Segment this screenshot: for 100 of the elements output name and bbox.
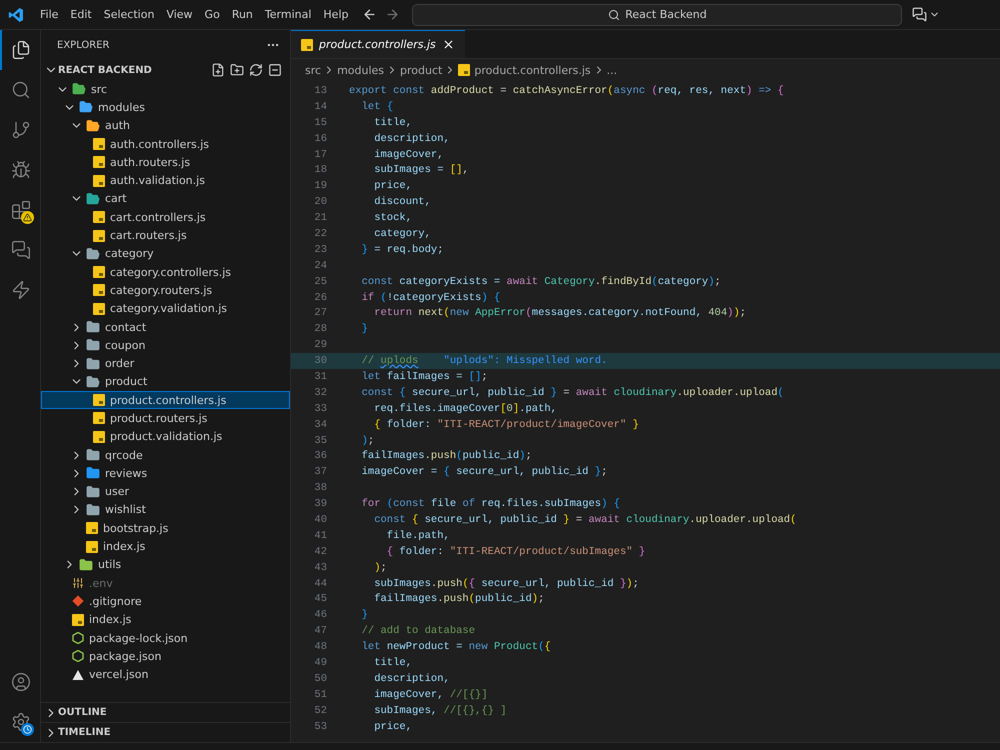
section-header[interactable]: OUTLINE xyxy=(41,702,290,722)
line-number: 42 xyxy=(313,546,327,558)
line-number: 32 xyxy=(313,386,327,399)
tree-item[interactable]: auth.controllers.js xyxy=(41,134,290,154)
tree-item[interactable]: cart.controllers.js xyxy=(41,208,290,226)
code-line: title, xyxy=(373,116,412,129)
folder-item[interactable]: order xyxy=(41,354,290,373)
editor-tab[interactable]: product.controllers.js xyxy=(291,30,465,58)
breadcrumb-item[interactable]: modules xyxy=(337,64,384,76)
menu-item[interactable]: Run xyxy=(226,8,259,21)
bolt-icon xyxy=(11,280,31,300)
folder-item[interactable]: modules xyxy=(41,98,290,117)
tree-item[interactable]: bootstrap.js xyxy=(41,519,290,538)
tree-item[interactable]: category.controllers.js xyxy=(41,262,290,282)
code-line: // add to database xyxy=(360,625,476,638)
code-line: price, xyxy=(373,720,412,733)
folder-item[interactable]: cart xyxy=(41,190,290,208)
js-file-icon xyxy=(93,174,105,187)
refresh-icon[interactable] xyxy=(249,63,263,77)
files-icon xyxy=(11,40,31,60)
code-line: let failImages = []; xyxy=(360,370,488,383)
tree-item[interactable]: package.json xyxy=(41,647,290,666)
menu-item[interactable]: File xyxy=(34,8,64,21)
tree-item[interactable]: package-lock.json xyxy=(41,628,290,648)
app-logo-icon xyxy=(8,6,24,22)
folder-item[interactable]: qrcode xyxy=(41,446,290,464)
new-folder-icon[interactable] xyxy=(230,63,244,77)
forward-arrow-icon[interactable] xyxy=(385,7,400,22)
collapse-icon[interactable] xyxy=(268,63,282,77)
line-number: 24 xyxy=(313,260,327,272)
folder-item[interactable]: category xyxy=(41,244,290,263)
breadcrumb-item[interactable]: product.controllers.js xyxy=(458,64,591,76)
folder-icon xyxy=(86,484,100,499)
folder-item[interactable]: product xyxy=(41,372,290,392)
code-line: const categoryExists = await Category.findById(category); xyxy=(360,276,721,288)
code-line: ); xyxy=(360,434,374,447)
code-line: const { secure_url, public_id } = await cloudinary.uploader.upload( xyxy=(373,514,796,526)
bug-icon xyxy=(11,160,31,180)
line-number: 30 xyxy=(313,355,327,368)
line-number: 47 xyxy=(313,625,327,638)
folder-item[interactable]: user xyxy=(41,482,290,501)
tree-item[interactable]: cart.routers.js xyxy=(41,226,290,245)
line-number: 52 xyxy=(313,704,327,717)
folder-root-title[interactable]: REACT BACKEND xyxy=(58,64,211,76)
settings-icon[interactable] xyxy=(11,712,31,732)
menu-item[interactable]: Edit xyxy=(64,8,98,21)
menu-item[interactable]: View xyxy=(160,8,199,21)
folder-item[interactable]: wishlist xyxy=(41,500,290,520)
code-line: imageCover, xyxy=(373,148,444,160)
folder-icon xyxy=(86,466,100,480)
folder-icon xyxy=(79,100,93,114)
menu-item[interactable]: Go xyxy=(198,8,226,21)
code-line: ); xyxy=(373,562,387,574)
code-line: for (const file of req.files.subImages) { xyxy=(360,498,620,510)
tree-item[interactable]: vercel.json xyxy=(41,666,290,684)
code-line: title, xyxy=(373,657,412,669)
breadcrumb-item[interactable]: ... xyxy=(606,64,618,76)
line-number: 25 xyxy=(313,276,327,288)
blocks-icon xyxy=(11,200,31,220)
tree-item[interactable]: category.validation.js xyxy=(41,300,290,318)
tree-item[interactable]: .gitignore xyxy=(41,592,290,611)
folder-item[interactable]: coupon xyxy=(41,336,290,354)
js-file-icon xyxy=(86,522,98,534)
tree-item[interactable]: index.js xyxy=(41,537,290,556)
code-line: price, xyxy=(373,180,412,192)
line-number: 39 xyxy=(313,498,327,510)
chat-icon[interactable] xyxy=(912,7,928,22)
close-icon[interactable] xyxy=(442,38,455,51)
folder-item[interactable]: contact xyxy=(41,318,290,336)
menu-item[interactable]: Selection xyxy=(98,8,160,21)
code-line: const { secure_url, public_id } = await cloudinary.uploader.upload( xyxy=(360,386,784,399)
tree-item[interactable]: auth.validation.js xyxy=(41,171,290,190)
tree-item[interactable]: product.routers.js xyxy=(41,409,290,428)
folder-item[interactable]: utils xyxy=(41,556,290,574)
hexagon-icon xyxy=(72,632,84,644)
account-icon[interactable] xyxy=(11,672,31,692)
menu-item[interactable]: Terminal xyxy=(258,8,318,21)
breadcrumb-item[interactable]: product xyxy=(400,64,442,76)
js-file-icon xyxy=(86,540,98,553)
tree-item[interactable]: category.routers.js xyxy=(41,281,290,300)
folder-icon xyxy=(86,192,100,206)
line-number: 41 xyxy=(313,530,327,542)
code-line: subImages, //[{},{} ] xyxy=(373,704,507,717)
folder-item[interactable]: auth xyxy=(41,116,290,135)
line-number: 16 xyxy=(313,132,327,145)
menu-item[interactable]: Help xyxy=(317,8,354,21)
line-number: 33 xyxy=(313,402,327,415)
js-file-icon xyxy=(93,211,105,224)
code-line: return next(new AppError(messages.category.notFound, 404)); xyxy=(373,307,746,320)
tree-item[interactable]: auth.routers.js xyxy=(41,153,290,172)
code-line: { folder: "ITI-REACT/product/imageCover" } xyxy=(373,418,639,431)
tree-item[interactable]: index.js xyxy=(41,610,290,629)
command-search-field[interactable]: React Backend xyxy=(412,4,902,26)
folder-item[interactable]: reviews xyxy=(41,464,290,483)
folder-item[interactable]: src xyxy=(41,80,290,98)
line-number: 37 xyxy=(313,466,327,478)
tree-item[interactable]: product.validation.js xyxy=(41,428,290,446)
tree-item[interactable]: product.controllers.js xyxy=(41,391,290,410)
breadcrumb-item[interactable]: src xyxy=(305,64,322,76)
new-file-icon[interactable] xyxy=(211,63,225,77)
